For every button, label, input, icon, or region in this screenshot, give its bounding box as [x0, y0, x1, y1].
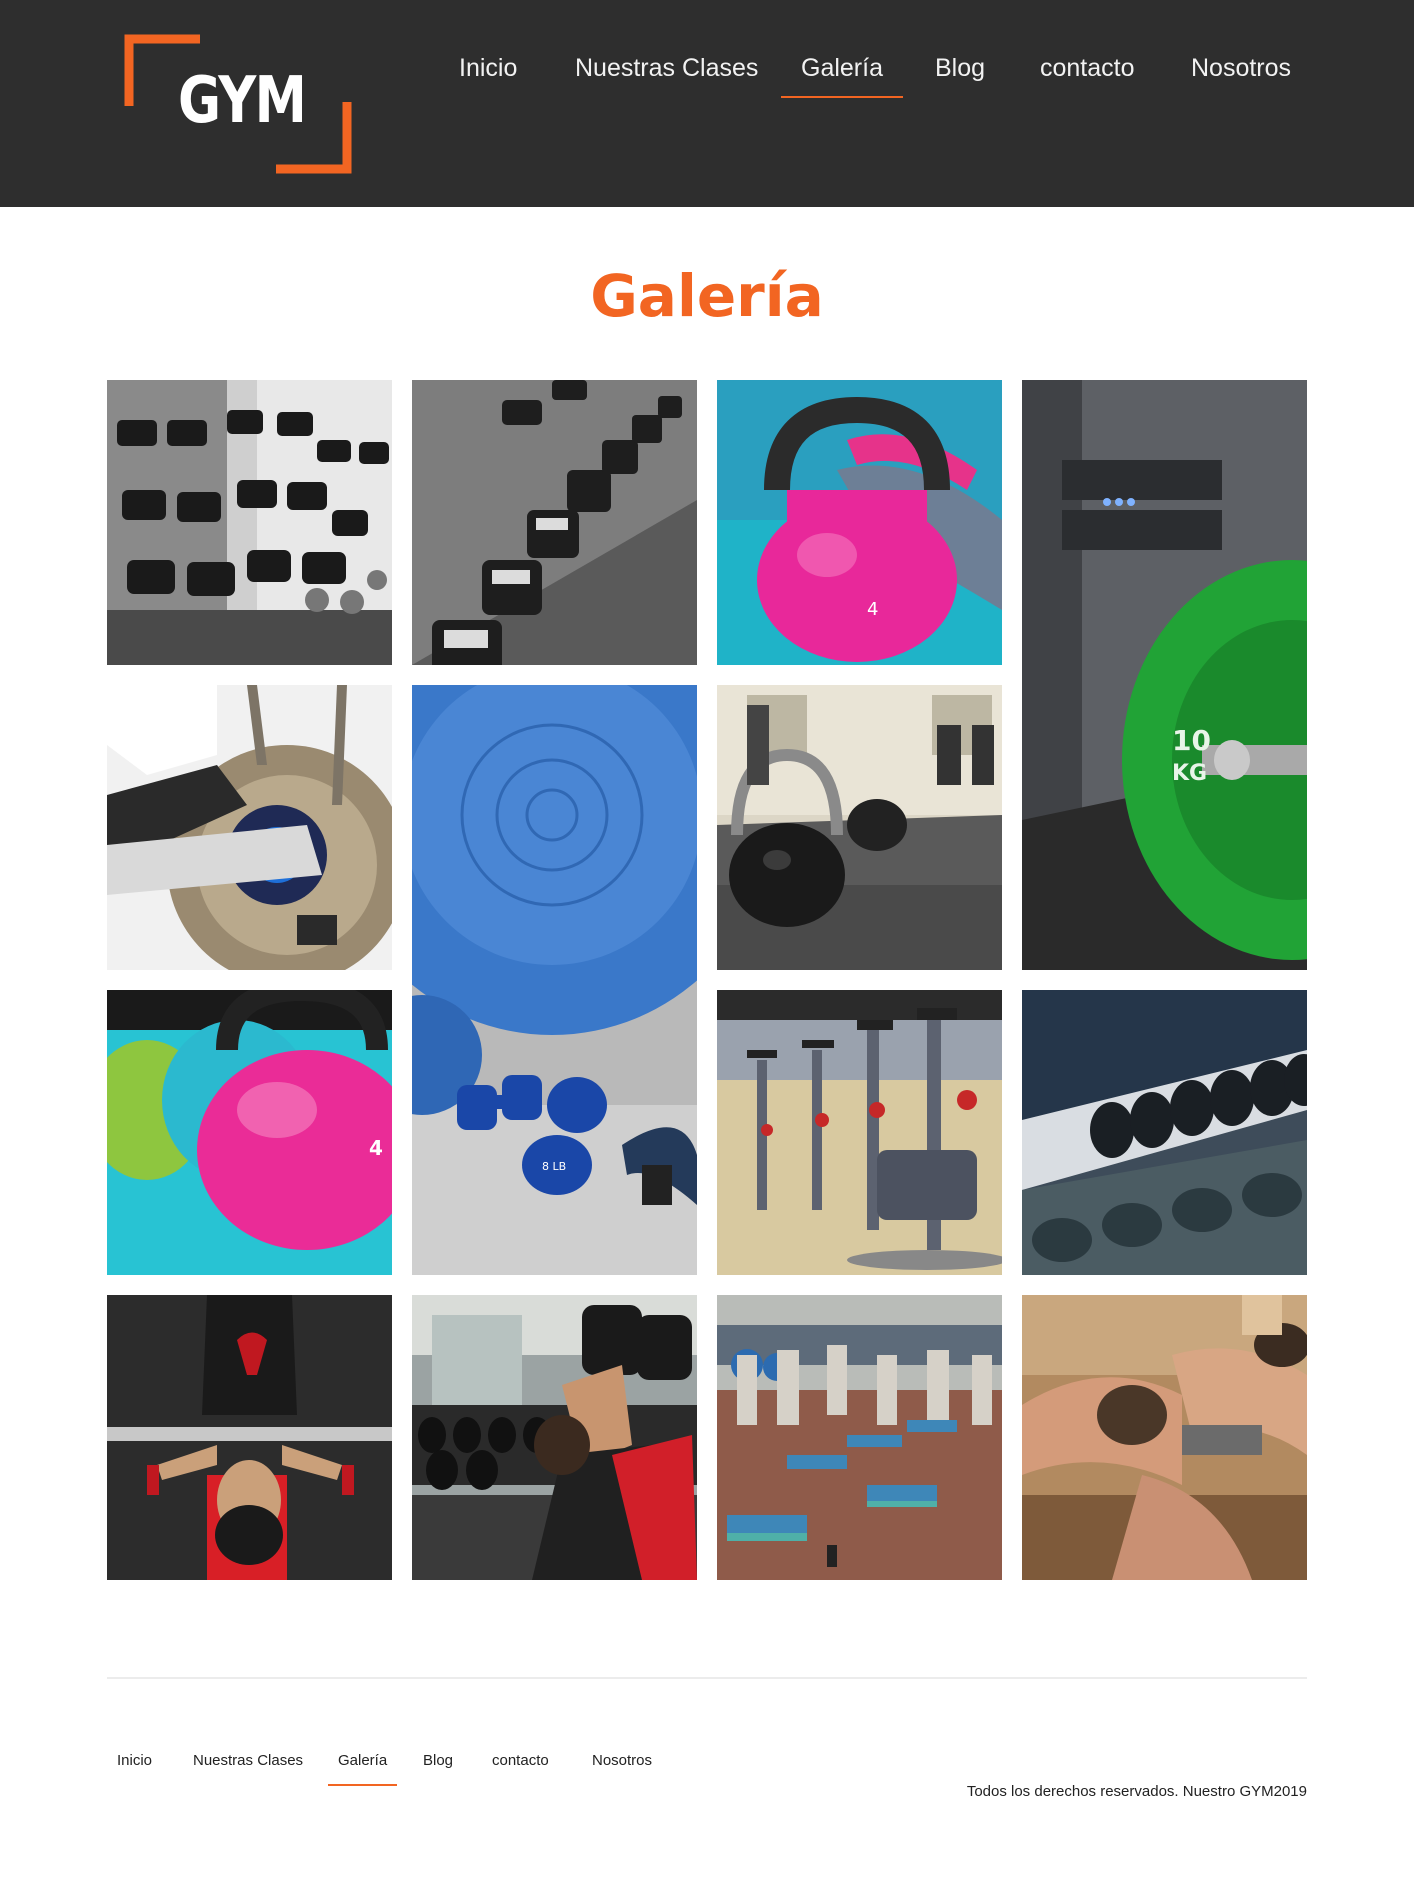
- gallery-image-dumbbell-rack-bw[interactable]: [107, 380, 392, 665]
- footer-nav-inicio[interactable]: Inicio: [117, 1752, 152, 1786]
- footer-nav-contacto[interactable]: contacto: [492, 1752, 549, 1786]
- footer-nav-blog[interactable]: Blog: [423, 1752, 453, 1786]
- gallery-image-green-weight-plate[interactable]: 10 KG: [1022, 380, 1307, 970]
- nav-item-nuestras-clases[interactable]: Nuestras Clases: [575, 48, 758, 98]
- gallery-image-black-kettlebells[interactable]: [717, 685, 1002, 970]
- gallery-image-exercise-ball[interactable]: 8 LB: [412, 685, 697, 1275]
- gallery-image-spinning-bikes[interactable]: [717, 990, 1002, 1275]
- nav-item-blog[interactable]: Blog: [935, 48, 985, 98]
- gallery-image-dumbbell-rack-closeup[interactable]: [1022, 990, 1307, 1275]
- nav-item-nosotros[interactable]: Nosotros: [1191, 48, 1291, 98]
- svg-text:10: 10: [1172, 724, 1211, 757]
- gallery-image-colorful-kettlebells[interactable]: 4: [107, 990, 392, 1275]
- main-nav: Inicio Nuestras Clases Galería Blog cont…: [0, 48, 1414, 108]
- copyright-text: Todos los derechos reservados. Nuestro G…: [966, 1783, 1307, 1800]
- svg-text:4: 4: [867, 599, 878, 620]
- gallery-image-elliptical-trainer[interactable]: [107, 685, 392, 970]
- gallery-image-stretching-class[interactable]: [1022, 1295, 1307, 1580]
- photo-gallery: 4 10 KG 8 LB 4: [107, 380, 1307, 1580]
- svg-text:4: 4: [369, 1136, 383, 1160]
- footer-divider: [107, 1677, 1307, 1679]
- footer-nav-galeria[interactable]: Galería: [327, 1752, 398, 1786]
- footer-nav-nosotros[interactable]: Nosotros: [592, 1752, 652, 1786]
- svg-text:8 LB: 8 LB: [542, 1160, 566, 1173]
- page-title: Galería: [590, 262, 824, 330]
- gallery-image-hex-dumbbells[interactable]: [412, 380, 697, 665]
- svg-text:KG: KG: [1172, 761, 1207, 786]
- footer-nav-nuestras-clases[interactable]: Nuestras Clases: [193, 1752, 303, 1786]
- gallery-image-bench-press[interactable]: [107, 1295, 392, 1580]
- nav-item-galeria[interactable]: Galería: [781, 48, 903, 98]
- gallery-image-step-class[interactable]: [717, 1295, 1002, 1580]
- nav-item-contacto[interactable]: contacto: [1040, 48, 1135, 98]
- gallery-image-pink-kettlebell[interactable]: 4: [717, 380, 1002, 665]
- site-header: GYM Inicio Nuestras Clases Galería Blog …: [0, 0, 1414, 207]
- nav-item-inicio[interactable]: Inicio: [459, 48, 517, 98]
- gallery-image-incline-dumbbell[interactable]: [412, 1295, 697, 1580]
